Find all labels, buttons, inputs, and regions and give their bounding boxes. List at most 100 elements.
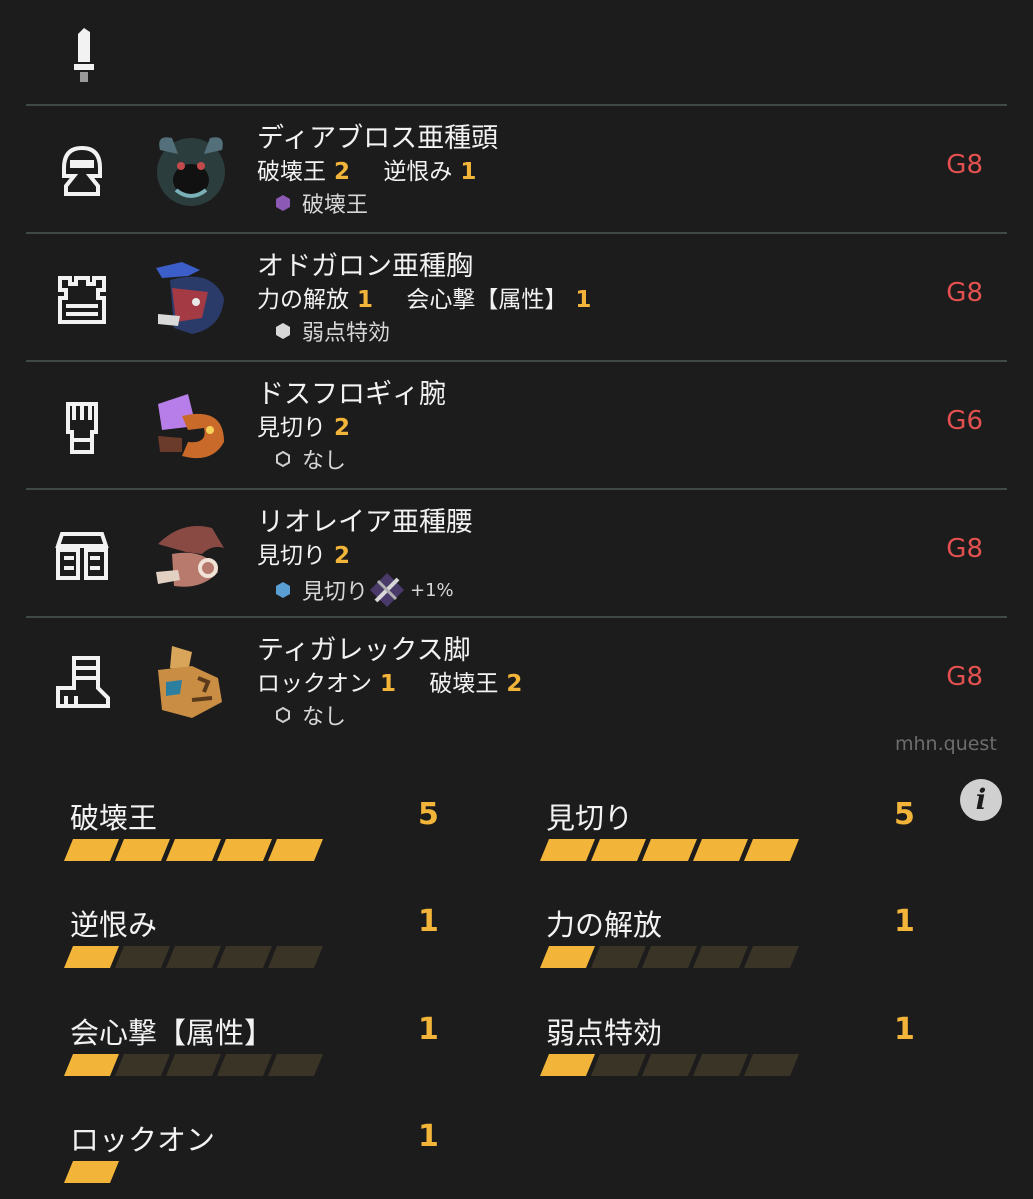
skill-level: 5 — [418, 797, 439, 832]
boots-icon — [52, 652, 112, 712]
rathian-subspecies-icon — [152, 514, 230, 594]
great-sword-icon — [64, 26, 104, 84]
armor-row-legs[interactable]: ティガレックス脚 ロックオン 1 破壊王 2 なし G8 — [26, 616, 1007, 744]
armor-name: ディアブロス亜種頭 — [257, 123, 499, 154]
armor-row-waist[interactable]: リオレイア亜種腰 見切り 2 見切り +1% G8 — [26, 488, 1007, 616]
bar-segment-filled — [744, 839, 799, 861]
skill-level-bar — [64, 839, 323, 861]
armor-skills: 破壊王 2 逆恨み 1 — [257, 152, 476, 186]
info-icon[interactable]: i — [960, 779, 1002, 821]
armor-row-chest[interactable]: オドガロン亜種胸 力の解放 1 会心撃【属性】 1 弱点特効 G8 — [26, 232, 1007, 360]
skill-level-bar — [64, 946, 323, 968]
armor-row-arms[interactable]: ドスフロギィ腕 見切り 2 なし G6 — [26, 360, 1007, 488]
bar-segment-empty — [217, 946, 272, 968]
armor-row-head[interactable]: ディアブロス亜種頭 破壊王 2 逆恨み 1 破壊王 G8 — [26, 104, 1007, 232]
decoration-slot: 見切り +1% — [274, 571, 454, 609]
decoration-name: なし — [302, 705, 347, 730]
rank-badge: G8 — [946, 662, 983, 692]
bar-segment-empty — [744, 946, 799, 968]
decoration-slot: なし — [274, 443, 346, 475]
odogaron-subspecies-icon — [152, 258, 230, 338]
skill-name: ロックオン — [70, 1123, 216, 1157]
skill-name: 見切り — [546, 801, 634, 835]
gauntlet-icon — [52, 396, 112, 456]
bar-segment-filled — [693, 839, 748, 861]
armor-skill-name: 破壊王 — [429, 671, 499, 697]
skill-level-bar — [540, 839, 799, 861]
bar-segment-filled — [268, 839, 323, 861]
skill-name: 会心撃【属性】 — [70, 1016, 274, 1050]
armor-list: ディアブロス亜種頭 破壊王 2 逆恨み 1 破壊王 G8 オドガロン亜種胸 力の… — [26, 104, 1007, 744]
bar-segment-empty — [744, 1054, 799, 1076]
armor-skill-level: 1 — [460, 159, 477, 185]
bar-segment-filled — [64, 1054, 119, 1076]
bar-segment-filled — [591, 839, 646, 861]
skill-name: 力の解放 — [546, 908, 663, 942]
empty-slot-icon — [276, 706, 290, 724]
site-watermark: mhn.quest — [895, 733, 997, 755]
decoration-slot: 弱点特効 — [274, 315, 390, 347]
bar-segment-filled — [166, 839, 221, 861]
skill-summary-item: 見切り 5 — [540, 795, 920, 875]
armor-skill-name: 見切り — [257, 543, 326, 569]
chest-armor-icon — [52, 268, 112, 328]
bar-segment-filled — [115, 839, 170, 861]
skill-summary-item: 弱点特効 1 — [540, 1010, 920, 1090]
armor-skill-level: 2 — [334, 415, 351, 441]
rank-badge: G8 — [946, 150, 983, 180]
skill-summary-item: 力の解放 1 — [540, 902, 920, 982]
helmet-icon — [52, 140, 112, 200]
bar-segment-empty — [115, 946, 170, 968]
skill-name: 逆恨み — [70, 908, 158, 942]
armor-skill-level: 2 — [334, 159, 351, 185]
armor-skill-name: 破壊王 — [257, 159, 326, 185]
rank-badge: G6 — [946, 406, 983, 436]
empty-slot-icon — [276, 450, 290, 468]
armor-skill-name: 逆恨み — [383, 159, 453, 185]
bar-segment-filled — [64, 1161, 119, 1183]
bar-segment-empty — [115, 1054, 170, 1076]
skill-summary-item: 会心撃【属性】 1 — [64, 1010, 444, 1090]
skill-level-bar — [64, 1161, 119, 1183]
skill-summary-item: 逆恨み 1 — [64, 902, 444, 982]
bar-segment-empty — [591, 946, 646, 968]
bar-segment-empty — [268, 1054, 323, 1076]
bar-segment-filled — [642, 839, 697, 861]
armor-skills: ロックオン 1 破壊王 2 — [257, 664, 522, 698]
skill-level: 1 — [418, 1012, 439, 1047]
skill-level: 1 — [894, 1012, 915, 1047]
armor-skill-level: 2 — [334, 543, 351, 569]
armor-name: ティガレックス脚 — [257, 635, 471, 666]
bar-segment-empty — [642, 1054, 697, 1076]
decoration-gem-icon — [276, 323, 290, 339]
skill-level-bar — [64, 1054, 323, 1076]
skill-level-bar — [540, 1054, 799, 1076]
bar-segment-empty — [591, 1054, 646, 1076]
armor-skills: 見切り 2 — [257, 408, 350, 442]
skill-level: 1 — [894, 904, 915, 939]
bar-segment-empty — [166, 1054, 221, 1076]
decoration-name: 見切り — [302, 580, 369, 605]
bar-segment-filled — [540, 839, 595, 861]
rank-badge: G8 — [946, 534, 983, 564]
bar-segment-empty — [268, 946, 323, 968]
skill-name: 破壊王 — [70, 801, 158, 835]
skill-level: 1 — [418, 1119, 439, 1154]
armor-skill-name: ロックオン — [257, 671, 372, 697]
decoration-name: 破壊王 — [302, 193, 369, 218]
bar-segment-filled — [217, 839, 272, 861]
armor-skill-level: 1 — [575, 287, 592, 313]
armor-name: リオレイア亜種腰 — [257, 507, 473, 538]
skill-summary-item: ロックオン 1 — [64, 1117, 444, 1197]
skill-name: 弱点特効 — [546, 1016, 663, 1050]
armor-skills: 見切り 2 — [257, 536, 350, 570]
bar-segment-empty — [166, 946, 221, 968]
armor-skill-name: 力の解放 — [257, 287, 349, 313]
decoration-slot: 破壊王 — [274, 187, 368, 219]
decoration-gem-icon — [276, 582, 290, 598]
bar-segment-filled — [64, 946, 119, 968]
armor-skill-level: 2 — [506, 671, 523, 697]
armor-name: オドガロン亜種胸 — [257, 251, 473, 282]
decoration-gem-icon — [276, 195, 290, 211]
rank-badge: G8 — [946, 278, 983, 308]
